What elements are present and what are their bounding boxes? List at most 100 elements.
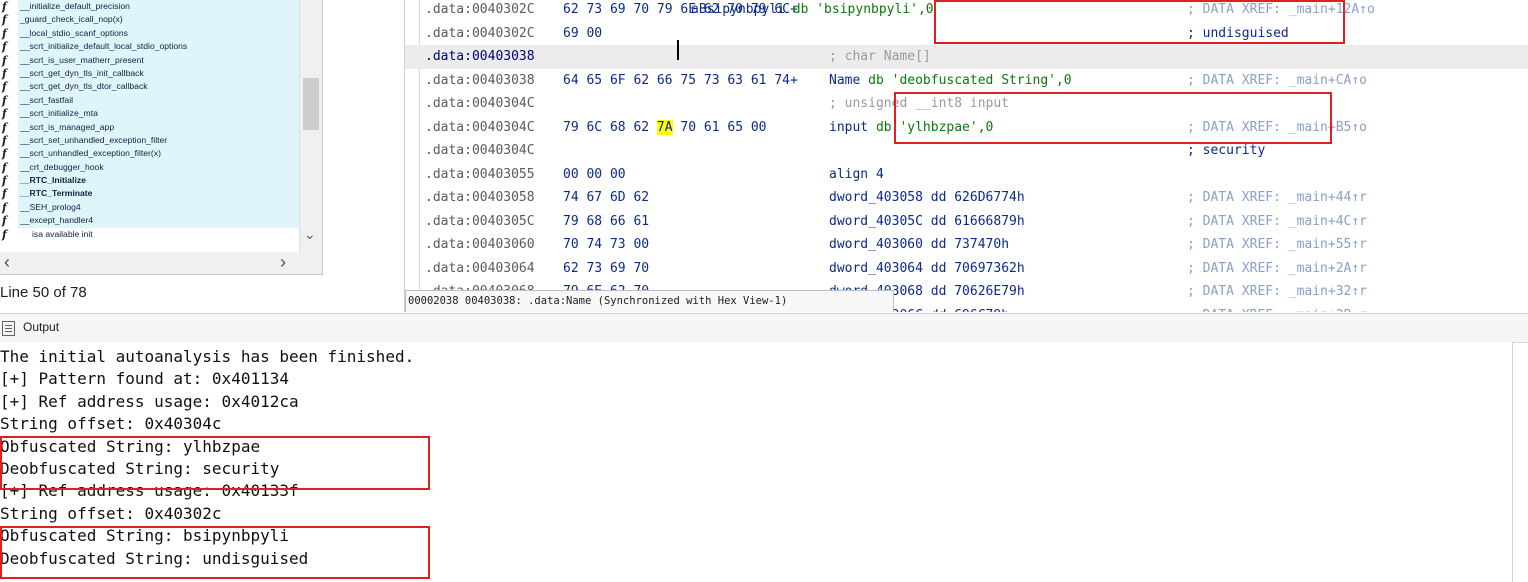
function-list-item[interactable]: f __scrt_get_dyn_tls_init_callback <box>0 66 299 81</box>
byte-dump: 79 6C 68 62 7A 70 61 65 00 <box>563 119 767 135</box>
instruction: dword_403064 dd 70697362h <box>829 257 1025 281</box>
function-list-item[interactable]: f __scrt_initialize_default_local_stdio_o… <box>0 40 299 54</box>
output-window-title: Output <box>23 320 60 334</box>
xref-comment[interactable]: ; DATA XREF: _main+2A↑r <box>1187 257 1367 281</box>
function-icon: f <box>2 160 7 174</box>
symbol-label[interactable]: aBsipynbpyli <box>691 2 785 17</box>
function-name: __except_handler4 <box>18 214 299 228</box>
function-list-item[interactable]: f __RTC_Terminate <box>0 187 299 201</box>
chevron-right-icon[interactable]: › <box>280 252 286 272</box>
function-list-item[interactable]: f __scrt_fastfail <box>0 93 299 108</box>
address: .data:0040304C <box>425 143 535 158</box>
function-list-item[interactable]: f isa available init <box>0 227 299 242</box>
address: .data:0040304C <box>425 96 535 111</box>
xref-comment[interactable]: ; DATA XREF: _main+4C↑r <box>1187 210 1367 234</box>
function-icon: f <box>2 174 7 188</box>
instruction-text: db 'deobfuscated String',0 <box>860 72 1072 88</box>
disassembly-view[interactable]: .data:0040302C 62 73 69 70 79 6E 62 70 79… <box>404 0 1528 312</box>
function-list-item[interactable]: f __except_handler4 <box>0 214 299 228</box>
function-icon: f <box>2 26 7 40</box>
instruction-text: dd 70697362h <box>922 260 1025 276</box>
xref-comment[interactable]: ; DATA XREF: _main+3B↑r <box>1187 304 1367 313</box>
function-list-item[interactable]: f __crt_debugger_hook <box>0 160 299 175</box>
symbol-label[interactable]: dword_403064 <box>829 261 923 276</box>
output-window-icon <box>2 321 15 336</box>
function-name: __scrt_initialize_default_local_stdio_op… <box>18 40 299 54</box>
instruction-text: ; char Name[] <box>829 49 931 64</box>
output-line: String offset: 0x40302c <box>0 503 222 523</box>
function-list-item[interactable]: f _guard_check_icall_nop(x) <box>0 13 299 27</box>
function-list-item[interactable]: f __scrt_set_unhandled_exception_filter <box>0 133 299 148</box>
function-list-item[interactable]: f __local_stdio_scanf_options <box>0 26 299 41</box>
instruction-text: dd 626D6774h <box>922 190 1025 205</box>
highlighted-byte: 7A <box>656 119 673 135</box>
function-icon: f <box>2 40 7 54</box>
disassembly-line[interactable]: .data:00403038 ; char Name[] <box>405 45 1528 69</box>
instruction-text: dd 737470h <box>922 237 1010 252</box>
function-name: _guard_check_icall_nop(x) <box>18 13 299 27</box>
output-line: [+] Ref address usage: 0x4012ca <box>0 391 299 411</box>
xref-comment[interactable]: ; DATA XREF: _main+32↑r <box>1187 280 1367 304</box>
function-name: __scrt_unhandled_exception_filter(x) <box>18 147 299 161</box>
function-icon: f <box>2 187 7 201</box>
xref-comment[interactable]: ; DATA XREF: _main+CA↑o <box>1187 69 1367 93</box>
function-icon: f <box>2 80 7 94</box>
byte-dump: 62 73 69 70 <box>563 260 650 276</box>
function-icon: f <box>2 227 7 241</box>
function-list-item[interactable]: f __scrt_is_managed_app <box>0 120 299 134</box>
function-icon: f <box>2 147 7 161</box>
symbol-label[interactable]: dword_403060 <box>829 237 923 252</box>
address: .data:00403055 <box>425 166 535 182</box>
function-list-item[interactable]: f __RTC_Initialize <box>0 174 299 188</box>
chevron-down-icon[interactable]: ⌄ <box>304 226 316 243</box>
function-list-vertical-scrollbar[interactable]: ⌄ <box>299 0 322 252</box>
function-icon: f <box>2 120 7 134</box>
scrollbar-thumb[interactable] <box>303 78 319 130</box>
function-name: __SEH_prolog4 <box>18 200 299 215</box>
xref-comment[interactable]: ; DATA XREF: _main+44↑r <box>1187 186 1367 210</box>
function-name: __scrt_get_dyn_tls_dtor_callback <box>18 80 299 94</box>
function-icon: f <box>2 13 7 27</box>
disassembly-line[interactable]: .data:00403060 70 74 73 00 dword_403060 dd… <box>405 233 1528 257</box>
type-comment: ; char Name[] <box>829 45 931 69</box>
function-list-item[interactable]: f __scrt_is_user_matherr_present <box>0 53 299 67</box>
function-name: __local_stdio_scanf_options <box>18 26 299 41</box>
instruction: dword_403058 dd 626D6774h <box>829 186 1025 210</box>
symbol-label[interactable]: dword_403058 <box>829 190 923 205</box>
function-list-item[interactable]: f __initialize_default_precision <box>0 0 299 14</box>
function-icon: f <box>2 66 7 80</box>
annotation-box-output-undisguised <box>0 526 430 579</box>
symbol-label[interactable]: input <box>829 120 868 135</box>
byte-dump: 70 74 73 00 <box>563 237 650 252</box>
chevron-left-icon[interactable]: ‹ <box>4 252 10 272</box>
disassembly-line[interactable]: .data:00403064 62 73 69 70 dword_403064 dd… <box>405 257 1528 281</box>
instruction: Name db 'deobfuscated String',0 <box>829 69 1072 93</box>
function-list-item[interactable]: f __SEH_prolog4 <box>0 200 299 215</box>
function-name: __crt_debugger_hook <box>18 160 299 175</box>
function-list-item[interactable]: f __scrt_initialize_mta <box>0 107 299 121</box>
disassembly-line[interactable]: .data:00403058 74 67 6D 62 dword_403058 dd… <box>405 186 1528 210</box>
output-window-header: Output <box>0 313 1528 343</box>
disassembly-line[interactable]: .data:00403055 00 00 00 align 4 <box>405 163 1528 187</box>
function-icon: f <box>2 93 7 107</box>
address: .data:00403038 <box>425 72 535 88</box>
disassembly-line[interactable]: .data:0040305C 79 68 66 61 dword_40305C dd… <box>405 210 1528 234</box>
instruction-text: dd 70626E79h <box>922 284 1025 299</box>
instruction: align 4 <box>829 163 884 187</box>
symbol-label[interactable]: dword_40305C <box>829 214 923 229</box>
output-line: String offset: 0x40304c <box>0 414 222 434</box>
byte-dump: 74 67 6D 62 <box>563 190 650 205</box>
function-list-item[interactable]: f __scrt_unhandled_exception_filter(x) <box>0 147 299 161</box>
function-name: __scrt_get_dyn_tls_init_callback <box>18 66 299 81</box>
symbol-label[interactable]: Name <box>829 73 860 88</box>
function-list-item[interactable]: f __scrt_get_dyn_tls_dtor_callback <box>0 80 299 94</box>
function-icon: f <box>2 214 7 228</box>
disassembly-line[interactable]: .data:00403038 64 65 6F 62 66 75 73 63 61… <box>405 69 1528 93</box>
instruction: dword_40305C dd 61666879h <box>829 210 1025 234</box>
xref-comment[interactable]: ; DATA XREF: _main+55↑r <box>1187 233 1367 257</box>
function-list-horizontal-scrollbar[interactable]: ‹ › <box>0 252 322 274</box>
instruction-text: dd 61666879h <box>922 213 1025 229</box>
instruction-text: dd 696C79h <box>923 308 1009 313</box>
function-name: __scrt_is_managed_app <box>18 120 299 134</box>
address: .data:0040302C <box>425 2 535 17</box>
